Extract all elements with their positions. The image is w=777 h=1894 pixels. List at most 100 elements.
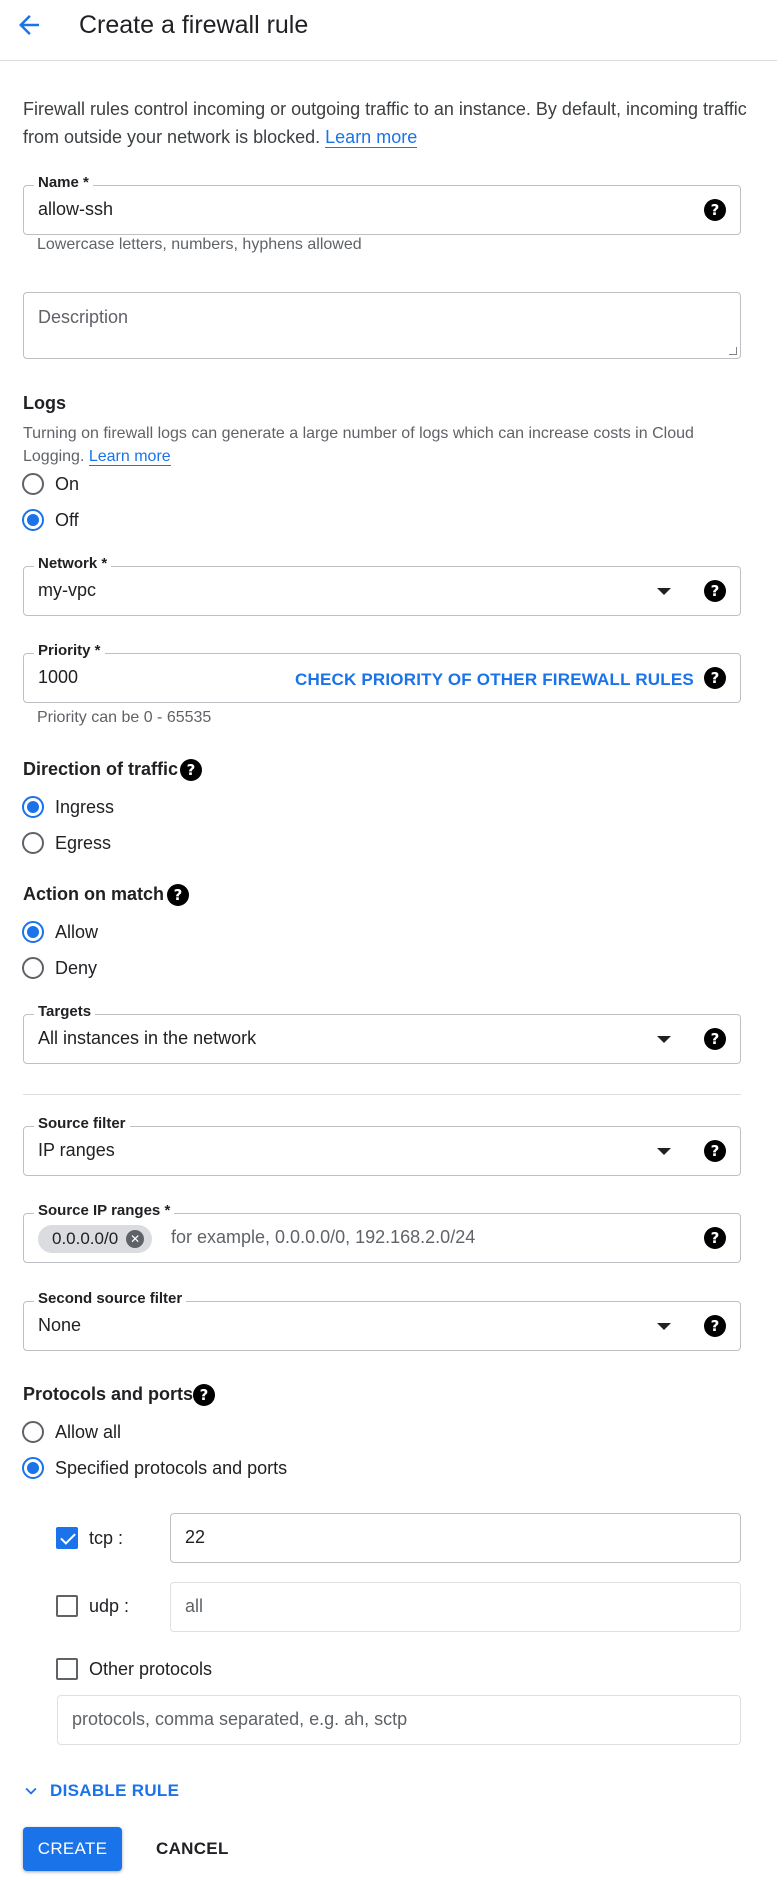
source-filter-select[interactable]: IP ranges — [38, 1140, 115, 1161]
targets-select[interactable]: All instances in the network — [38, 1028, 256, 1049]
help-icon[interactable]: ? — [167, 884, 189, 906]
disable-rule-toggle[interactable]: DISABLE RULE — [20, 1780, 179, 1802]
logs-learn-more-link[interactable]: Learn more — [88, 448, 171, 466]
logs-option-off[interactable]: Off — [22, 507, 79, 533]
tcp-ports-input[interactable]: 22 — [170, 1513, 741, 1563]
radio-selected-icon — [22, 1457, 44, 1479]
deny-label: Deny — [55, 957, 98, 978]
arrow-drop-down-icon[interactable] — [657, 588, 671, 595]
help-icon[interactable]: ? — [193, 1384, 215, 1406]
other-protocols-label: Other protocols — [89, 1658, 213, 1679]
checkbox-checked-icon — [56, 1527, 78, 1549]
radio-selected-icon — [22, 509, 44, 531]
priority-field[interactable]: Priority * 1000 CHECK PRIORITY OF OTHER … — [23, 642, 741, 703]
source-ip-ranges-field[interactable]: Source IP ranges * 0.0.0.0/0 ✕ for examp… — [23, 1202, 741, 1263]
cancel-button[interactable]: CANCEL — [156, 1827, 229, 1871]
help-icon[interactable]: ? — [704, 1140, 726, 1162]
udp-ports-placeholder: all — [185, 1596, 204, 1616]
description-field[interactable]: Description — [23, 292, 741, 359]
radio-selected-icon — [22, 796, 44, 818]
action-option-deny[interactable]: Deny — [22, 955, 97, 981]
clear-icon[interactable]: ✕ — [126, 1230, 145, 1248]
logs-description: Turning on firewall logs can generate a … — [23, 422, 753, 468]
page-title: Create a firewall rule — [79, 11, 309, 39]
udp-checkbox[interactable]: udp : — [56, 1593, 129, 1619]
help-icon[interactable]: ? — [704, 199, 726, 221]
tcp-label: tcp : — [89, 1527, 124, 1548]
protocols-option-allow-all[interactable]: Allow all — [22, 1419, 121, 1445]
radio-icon — [22, 957, 44, 979]
chip-label: 0.0.0.0/0 — [52, 1229, 119, 1248]
source-ip-input[interactable]: for example, 0.0.0.0/0, 192.168.2.0/24 — [171, 1227, 475, 1248]
name-label: Name * — [34, 174, 93, 192]
name-input[interactable]: allow-ssh — [38, 199, 113, 220]
arrow-drop-down-icon[interactable] — [657, 1323, 671, 1330]
arrow-drop-down-icon[interactable] — [657, 1036, 671, 1043]
resize-handle-icon[interactable] — [729, 347, 737, 355]
help-icon[interactable]: ? — [704, 580, 726, 602]
radio-selected-icon — [22, 921, 44, 943]
protocols-title: Protocols and ports — [23, 1384, 194, 1404]
intro-learn-more-link[interactable]: Learn more — [325, 127, 418, 148]
ip-range-chip[interactable]: 0.0.0.0/0 ✕ — [38, 1225, 153, 1253]
logs-on-label: On — [55, 473, 80, 494]
name-field[interactable]: Name * allow-ssh ? — [23, 174, 741, 235]
name-helper-text: Lowercase letters, numbers, hyphens allo… — [37, 236, 362, 253]
check-priority-link[interactable]: CHECK PRIORITY OF OTHER FIREWALL RULES — [295, 670, 694, 690]
direction-option-ingress[interactable]: Ingress — [22, 794, 114, 820]
disable-rule-label: DISABLE RULE — [50, 1781, 180, 1800]
help-icon[interactable]: ? — [704, 1315, 726, 1337]
radio-icon — [22, 832, 44, 854]
source-filter-label: Source filter — [34, 1115, 130, 1133]
ingress-label: Ingress — [55, 796, 115, 817]
radio-icon — [22, 1421, 44, 1443]
other-protocols-checkbox[interactable]: Other protocols — [56, 1656, 212, 1682]
arrow-back-icon — [19, 15, 39, 35]
second-source-select[interactable]: None — [38, 1315, 81, 1336]
direction-title: Direction of traffic — [23, 759, 179, 779]
allow-all-label: Allow all — [55, 1421, 122, 1442]
logs-title: Logs — [23, 393, 66, 413]
priority-label: Priority * — [34, 642, 105, 660]
create-button[interactable]: CREATE — [23, 1827, 122, 1871]
header: Create a firewall rule — [0, 0, 777, 61]
network-label: Network * — [34, 555, 112, 573]
back-button[interactable] — [14, 10, 44, 40]
specified-label: Specified protocols and ports — [55, 1457, 288, 1478]
action-title: Action on match — [23, 884, 165, 904]
priority-helper-text: Priority can be 0 - 65535 — [37, 709, 212, 726]
logs-off-label: Off — [55, 509, 79, 530]
checkbox-icon — [56, 1595, 78, 1617]
priority-input[interactable]: 1000 — [38, 667, 78, 688]
help-icon[interactable]: ? — [704, 1028, 726, 1050]
other-protocols-input[interactable]: protocols, comma separated, e.g. ah, sct… — [57, 1695, 741, 1745]
help-icon[interactable]: ? — [704, 667, 726, 689]
second-source-label: Second source filter — [34, 1290, 187, 1308]
divider — [23, 1094, 741, 1095]
egress-label: Egress — [55, 832, 112, 853]
udp-label: udp : — [89, 1595, 130, 1616]
targets-field[interactable]: Targets All instances in the network ? — [23, 1003, 741, 1064]
udp-ports-input[interactable]: all — [170, 1582, 741, 1632]
network-field[interactable]: Network * my-vpc ? — [23, 555, 741, 616]
targets-label: Targets — [34, 1003, 96, 1021]
allow-label: Allow — [55, 921, 99, 942]
action-option-allow[interactable]: Allow — [22, 919, 98, 945]
second-source-filter-field[interactable]: Second source filter None ? — [23, 1290, 741, 1351]
radio-icon — [22, 473, 44, 495]
arrow-drop-down-icon[interactable] — [657, 1148, 671, 1155]
source-ip-label: Source IP ranges * — [34, 1202, 175, 1220]
network-select[interactable]: my-vpc — [38, 580, 96, 601]
tcp-ports-value: 22 — [185, 1527, 206, 1547]
tcp-checkbox[interactable]: tcp : — [56, 1525, 123, 1551]
description-placeholder: Description — [38, 307, 129, 327]
help-icon[interactable]: ? — [704, 1227, 726, 1249]
logs-option-on[interactable]: On — [22, 471, 79, 497]
checkbox-icon — [56, 1658, 78, 1680]
help-icon[interactable]: ? — [180, 759, 202, 781]
protocols-option-specified[interactable]: Specified protocols and ports — [22, 1455, 287, 1481]
source-filter-field[interactable]: Source filter IP ranges ? — [23, 1115, 741, 1176]
chevron-down-icon — [25, 1787, 37, 1795]
intro-text: Firewall rules control incoming or outgo… — [23, 95, 753, 151]
direction-option-egress[interactable]: Egress — [22, 830, 111, 856]
